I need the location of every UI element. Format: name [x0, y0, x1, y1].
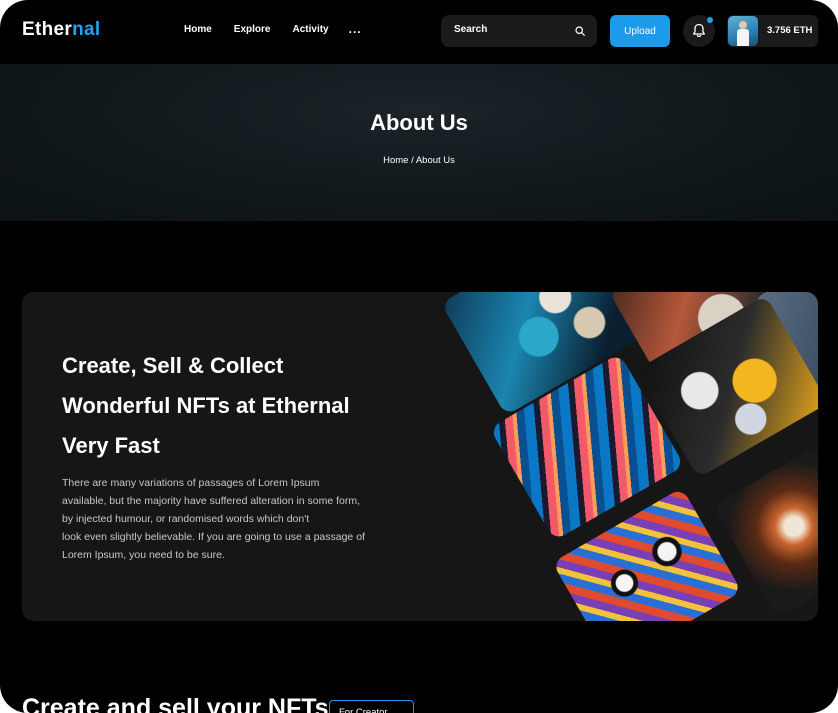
- hero-description: There are many variations of passages of…: [62, 474, 407, 564]
- hero-heading-line: Very Fast: [62, 433, 160, 458]
- logo-accent-text: nal: [72, 19, 101, 40]
- breadcrumb[interactable]: Home / About Us: [0, 155, 838, 166]
- nav-activity[interactable]: Activity: [292, 24, 328, 35]
- hero-description-line: There are many variations of passages of…: [62, 477, 320, 489]
- bell-icon: [692, 23, 706, 37]
- more-menu-button[interactable]: ...: [349, 23, 362, 35]
- nav-explore[interactable]: Explore: [234, 24, 271, 35]
- hero-card: Create, Sell & Collect Wonderful NFTs at…: [22, 292, 818, 621]
- search-box: [441, 15, 597, 47]
- main-nav: Home Explore Activity ...: [184, 23, 362, 35]
- hero-heading-line: Create, Sell & Collect: [62, 353, 284, 378]
- search-input[interactable]: [454, 24, 564, 35]
- notification-dot: [707, 17, 713, 23]
- nav-home[interactable]: Home: [184, 24, 212, 35]
- search-icon[interactable]: [575, 26, 585, 36]
- nft-art-collage: [442, 292, 818, 621]
- logo-text: Ether: [22, 19, 73, 40]
- wallet-button[interactable]: 3.756 ETH: [727, 15, 818, 47]
- wallet-balance: 3.756 ETH: [767, 25, 813, 36]
- notifications-button[interactable]: [683, 15, 715, 47]
- app-frame: Ethernal Home Explore Activity ... Uploa…: [0, 0, 838, 713]
- hero-heading: Create, Sell & Collect Wonderful NFTs at…: [62, 346, 462, 466]
- hero-description-line: by injected humour, or randomised words …: [62, 513, 310, 525]
- page-banner: About Us Home / About Us: [0, 64, 838, 221]
- upload-button[interactable]: Upload: [610, 15, 670, 47]
- creator-filter-dropdown[interactable]: For Creator: [329, 700, 414, 713]
- hero-description-line: available, but the majority have suffere…: [62, 495, 361, 507]
- section-title: Create and sell your NFTs: [22, 694, 329, 713]
- hero-heading-line: Wonderful NFTs at Ethernal: [62, 393, 350, 418]
- hero-description-line: Lorem Ipsum, you need to be sure.: [62, 549, 225, 561]
- avatar: [728, 16, 758, 46]
- top-header: Ethernal Home Explore Activity ... Uploa…: [0, 0, 838, 64]
- brand-logo[interactable]: Ethernal: [22, 19, 100, 41]
- hero-description-line: look even slightly believable. If you ar…: [62, 531, 365, 543]
- page-title: About Us: [370, 110, 468, 135]
